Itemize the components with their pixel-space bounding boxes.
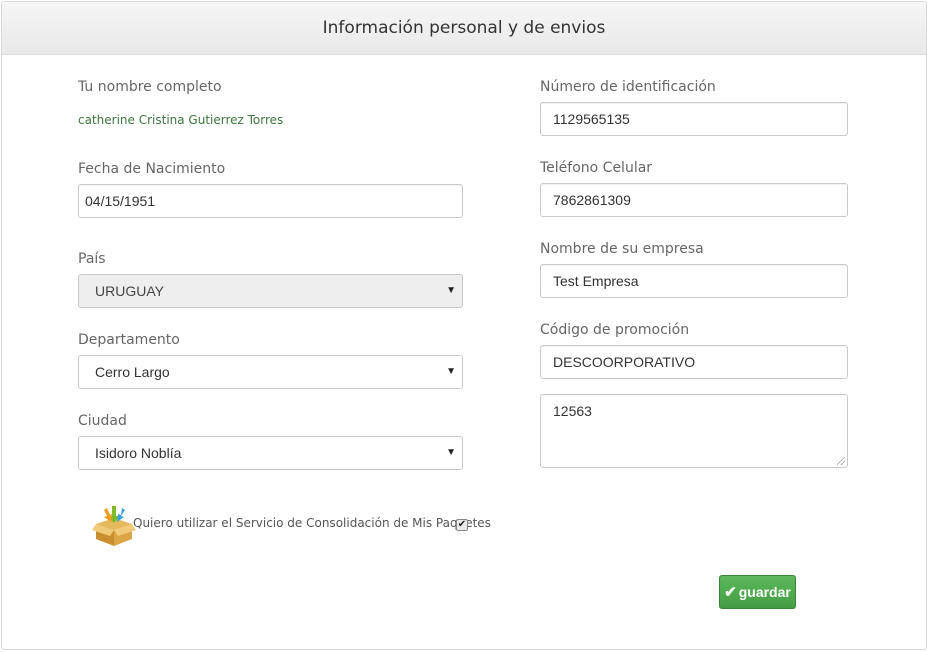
save-button-label: guardar — [738, 584, 791, 600]
package-box-icon — [92, 506, 136, 546]
country-label: País — [78, 251, 106, 267]
promo-code-label: Código de promoción — [540, 322, 690, 338]
id-number-value: 1129565135 — [553, 111, 630, 127]
chevron-down-icon: ▼ — [446, 285, 456, 296]
city-select-value: Isidoro Noblía — [95, 445, 182, 461]
name-value: catherine Cristina Gutierrez Torres — [78, 113, 284, 127]
birthdate-input-value: 04/15/1951 — [85, 193, 156, 209]
phone-label: Teléfono Celular — [540, 160, 653, 176]
consolidation-label: Quiero utilizar el Servicio de Consolida… — [133, 516, 491, 530]
personal-info-panel: Información personal y de envios — [1, 1, 927, 650]
phone-input[interactable]: 7862861309 — [540, 183, 848, 217]
company-value: Test Empresa — [553, 273, 639, 289]
department-select[interactable]: Cerro Largo ▼ — [78, 355, 463, 389]
birthdate-label: Fecha de Nacimiento — [78, 161, 226, 177]
chevron-down-icon: ▼ — [446, 366, 456, 377]
department-select-value: Cerro Largo — [95, 364, 170, 380]
notes-textarea[interactable]: 12563 — [540, 394, 848, 468]
resize-handle-icon[interactable] — [837, 457, 845, 465]
birthdate-input[interactable]: 04/15/1951 — [78, 184, 463, 218]
company-label: Nombre de su empresa — [540, 241, 704, 257]
company-input[interactable]: Test Empresa — [540, 264, 848, 298]
department-label: Departamento — [78, 332, 180, 348]
promo-code-value: DESCOORPORATIVO — [553, 354, 696, 370]
country-select-value: URUGUAY — [95, 283, 164, 299]
promo-code-input[interactable]: DESCOORPORATIVO — [540, 345, 848, 379]
consolidation-checkbox[interactable]: ✔ — [456, 519, 468, 531]
id-number-label: Número de identificación — [540, 79, 716, 95]
phone-value: 7862861309 — [553, 192, 631, 208]
save-button[interactable]: ✔ guardar — [719, 575, 796, 609]
city-label: Ciudad — [78, 413, 127, 429]
country-select[interactable]: URUGUAY ▼ — [78, 274, 463, 308]
panel-title: Información personal y de envios — [2, 2, 926, 55]
id-number-input[interactable]: 1129565135 — [540, 102, 848, 136]
city-select[interactable]: Isidoro Noblía ▼ — [78, 436, 463, 470]
notes-value: 12563 — [553, 403, 592, 419]
checkmark-icon: ✔ — [724, 584, 737, 601]
chevron-down-icon: ▼ — [446, 447, 456, 458]
name-label: Tu nombre completo — [78, 79, 222, 95]
